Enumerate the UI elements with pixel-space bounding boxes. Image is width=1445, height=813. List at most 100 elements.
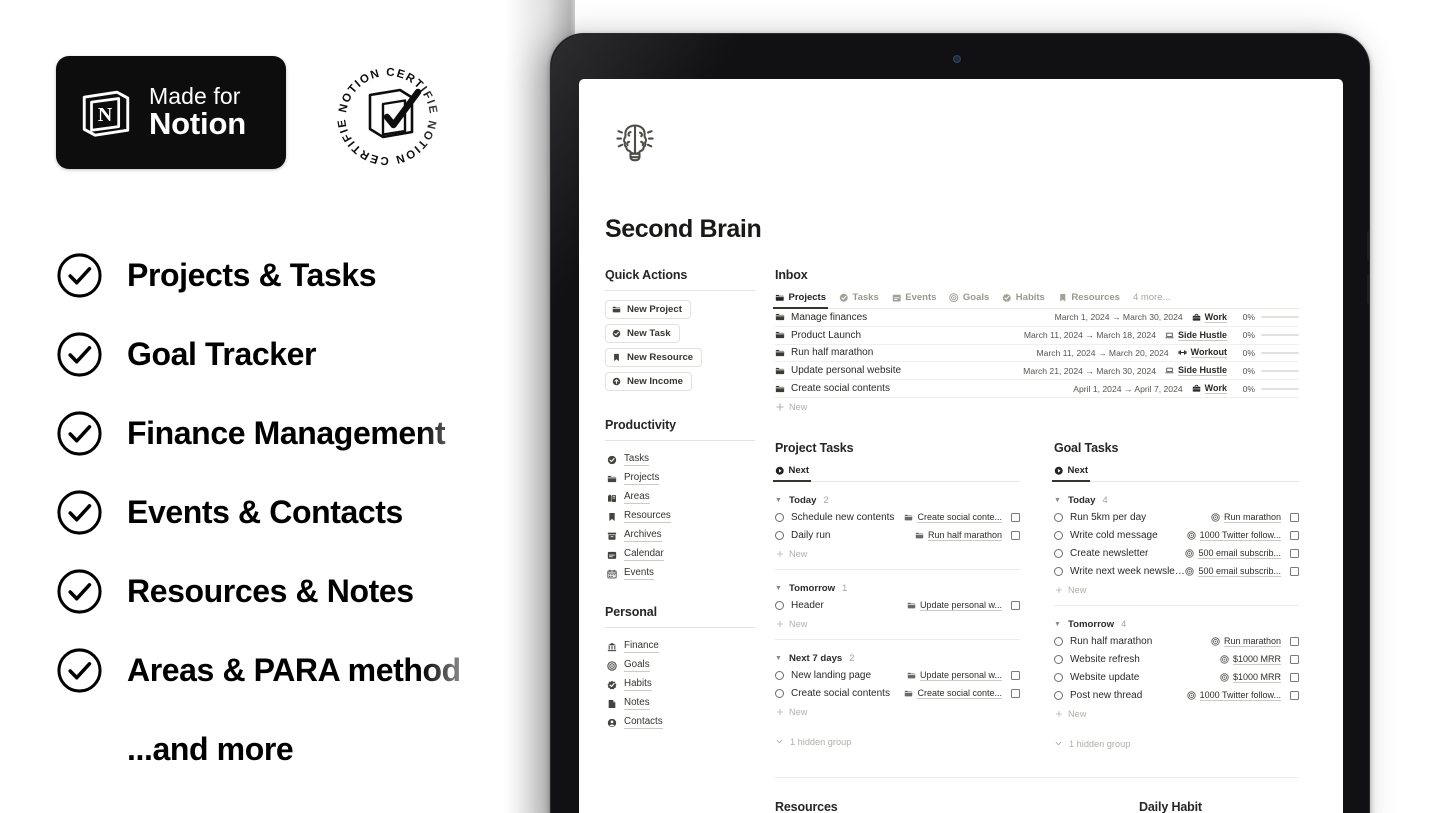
list-item[interactable]: Create social contents Create social con…: [775, 685, 1020, 703]
caret-down-icon[interactable]: ▼: [775, 655, 782, 662]
table-row[interactable]: Update personal website March 21, 2024 →…: [775, 362, 1299, 381]
task-checkbox[interactable]: [1290, 673, 1299, 683]
list-item[interactable]: Daily run Run half marathon: [775, 527, 1020, 545]
task-new-button[interactable]: New: [775, 545, 1020, 561]
list-item[interactable]: Run half marathon Run marathon: [1054, 633, 1299, 651]
list-item[interactable]: Website update $1000 MRR: [1054, 669, 1299, 687]
task-checkbox[interactable]: [1290, 691, 1299, 701]
task-new-button[interactable]: New: [775, 703, 1020, 719]
tab-goals[interactable]: Goals: [949, 292, 989, 308]
task-checkbox[interactable]: [1290, 549, 1299, 559]
quick-actions-buttons: New Project New Task New Resource New Incom…: [605, 300, 755, 396]
task-status-circle-icon[interactable]: [775, 513, 784, 523]
hidden-group-label: 1 hidden group: [1069, 738, 1131, 749]
task-checkbox[interactable]: [1011, 601, 1020, 611]
sidebar-item-goals[interactable]: Goals: [605, 656, 755, 675]
table-row[interactable]: Create social contents April 1, 2024 → A…: [775, 380, 1299, 398]
task-checkbox[interactable]: [1290, 531, 1299, 541]
caret-down-icon[interactable]: ▼: [775, 497, 782, 504]
table-row[interactable]: Manage finances March 1, 2024 → March 30…: [775, 309, 1299, 327]
task-checkbox[interactable]: [1011, 689, 1020, 699]
task-relation-label: 500 email subscrib...: [1198, 566, 1281, 578]
sidebar-item-finance[interactable]: Finance: [605, 637, 755, 656]
volume-up-button[interactable]: [1367, 231, 1369, 261]
plus-icon: [776, 550, 784, 558]
list-item[interactable]: Write cold message 1000 Twitter follow..…: [1054, 527, 1299, 545]
caret-down-icon[interactable]: ▼: [1054, 497, 1061, 504]
task-status-circle-icon[interactable]: [1054, 531, 1063, 541]
task-status-circle-icon[interactable]: [1054, 513, 1063, 523]
volume-down-button[interactable]: [1367, 274, 1369, 304]
table-row[interactable]: Product Launch March 11, 2024 → March 18…: [775, 327, 1299, 345]
list-item[interactable]: Write next week newsletter 500 email sub…: [1054, 563, 1299, 581]
tab-tasks[interactable]: Tasks: [839, 292, 879, 308]
sidebar-item-archives[interactable]: Archives: [605, 526, 755, 545]
sidebar-item-areas[interactable]: Areas: [605, 488, 755, 507]
quick-action-new-resource[interactable]: New Resource: [605, 348, 703, 367]
list-item[interactable]: Create newsletter 500 email subscrib...: [1054, 545, 1299, 563]
tab-resources[interactable]: Resources: [1058, 292, 1120, 308]
task-status-circle-icon[interactable]: [775, 601, 784, 611]
task-group-header[interactable]: ▼ Next 7 days 2: [775, 653, 1020, 664]
task-status-circle-icon[interactable]: [1054, 673, 1063, 683]
sidebar-item-tasks[interactable]: Tasks: [605, 450, 755, 469]
chevron-down-icon[interactable]: [1054, 739, 1063, 748]
list-item[interactable]: Website refresh $1000 MRR: [1054, 651, 1299, 669]
sidebar-item-projects[interactable]: Projects: [605, 469, 755, 488]
task-checkbox[interactable]: [1290, 567, 1299, 577]
personal-links: Finance Goals Habits Notes Contacts: [605, 637, 755, 732]
task-status-circle-icon[interactable]: [775, 531, 784, 541]
task-relation: Create social conte...: [904, 512, 1002, 524]
task-status-circle-icon[interactable]: [1054, 691, 1063, 701]
brain-lightbulb-icon[interactable]: [607, 115, 663, 171]
task-status-circle-icon[interactable]: [1054, 655, 1063, 665]
bookmark-icon: [1058, 293, 1068, 303]
task-status-circle-icon[interactable]: [775, 671, 784, 681]
chevron-down-icon[interactable]: [775, 737, 784, 746]
task-status-circle-icon[interactable]: [775, 689, 784, 699]
progress-bar: [1261, 369, 1299, 372]
task-group-header[interactable]: ▼ Today 2: [775, 495, 1020, 506]
task-status-circle-icon[interactable]: [1054, 549, 1063, 559]
task-checkbox[interactable]: [1290, 655, 1299, 665]
sidebar-item-notes[interactable]: Notes: [605, 694, 755, 713]
list-item[interactable]: Post new thread 1000 Twitter follow...: [1054, 687, 1299, 705]
tab-next[interactable]: Next: [1051, 465, 1091, 482]
quick-action-new-income[interactable]: New Income: [605, 372, 692, 391]
sidebar-item-calendar[interactable]: Calendar: [605, 545, 755, 564]
task-status-circle-icon[interactable]: [1054, 637, 1063, 647]
list-item[interactable]: Header Update personal w...: [775, 597, 1020, 615]
task-new-button[interactable]: New: [775, 615, 1020, 631]
task-new-button[interactable]: New: [1054, 705, 1299, 721]
tab-more[interactable]: 4 more...: [1133, 292, 1171, 308]
task-checkbox[interactable]: [1290, 637, 1299, 647]
tab-habits[interactable]: Habits: [1002, 292, 1045, 308]
caret-down-icon[interactable]: ▼: [775, 585, 782, 592]
task-checkbox[interactable]: [1011, 671, 1020, 681]
sidebar-item-resources[interactable]: Resources: [605, 507, 755, 526]
task-new-button[interactable]: New: [1054, 581, 1299, 597]
tab-projects[interactable]: Projects: [773, 292, 828, 309]
hidden-group-toggle[interactable]: 1 hidden group: [1054, 739, 1299, 749]
task-status-circle-icon[interactable]: [1054, 567, 1063, 577]
task-group-header[interactable]: ▼ Tomorrow 4: [1054, 619, 1299, 630]
tab-next[interactable]: Next: [772, 465, 812, 482]
task-checkbox[interactable]: [1011, 513, 1020, 523]
hidden-group-toggle[interactable]: 1 hidden group: [775, 737, 1020, 747]
task-group-header[interactable]: ▼ Tomorrow 1: [775, 583, 1020, 594]
table-row[interactable]: Run half marathon March 11, 2024 → March…: [775, 345, 1299, 363]
inbox-new-button[interactable]: New: [775, 398, 1299, 414]
task-checkbox[interactable]: [1011, 531, 1020, 541]
quick-action-new-task[interactable]: New Task: [605, 324, 680, 343]
sidebar-item-events[interactable]: Events: [605, 564, 755, 583]
task-group-header[interactable]: ▼ Today 4: [1054, 495, 1299, 506]
sidebar-item-habits[interactable]: Habits: [605, 675, 755, 694]
list-item[interactable]: Run 5km per day Run marathon: [1054, 509, 1299, 527]
list-item[interactable]: Schedule new contents Create social cont…: [775, 509, 1020, 527]
sidebar-item-contacts[interactable]: Contacts: [605, 713, 755, 732]
list-item[interactable]: New landing page Update personal w...: [775, 667, 1020, 685]
task-checkbox[interactable]: [1290, 513, 1299, 523]
caret-down-icon[interactable]: ▼: [1054, 621, 1061, 628]
tab-events[interactable]: Events: [892, 292, 936, 308]
quick-action-new-project[interactable]: New Project: [605, 300, 691, 319]
